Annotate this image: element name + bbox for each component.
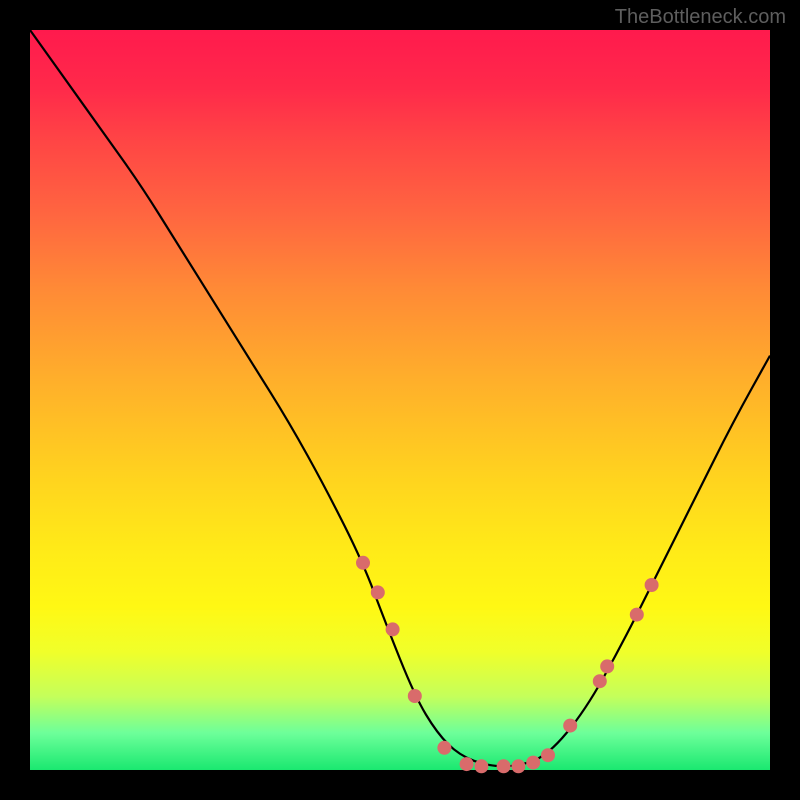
watermark-text: TheBottleneck.com xyxy=(615,6,786,29)
marker-dot xyxy=(630,608,644,622)
curve-path xyxy=(30,30,770,766)
marker-dot xyxy=(645,578,659,592)
plot-area xyxy=(30,30,770,770)
marker-dot xyxy=(371,585,385,599)
marker-dot xyxy=(408,689,422,703)
marker-dot xyxy=(356,556,370,570)
chart-svg xyxy=(30,30,770,770)
marker-dot xyxy=(593,674,607,688)
marker-dot xyxy=(437,741,451,755)
marker-dot xyxy=(600,659,614,673)
marker-dot xyxy=(511,759,525,773)
marker-dot xyxy=(563,719,577,733)
marker-dot xyxy=(460,757,474,771)
marker-dot xyxy=(497,759,511,773)
marker-dot xyxy=(541,748,555,762)
marker-dot xyxy=(386,622,400,636)
marker-dot xyxy=(526,756,540,770)
marker-dot xyxy=(474,759,488,773)
